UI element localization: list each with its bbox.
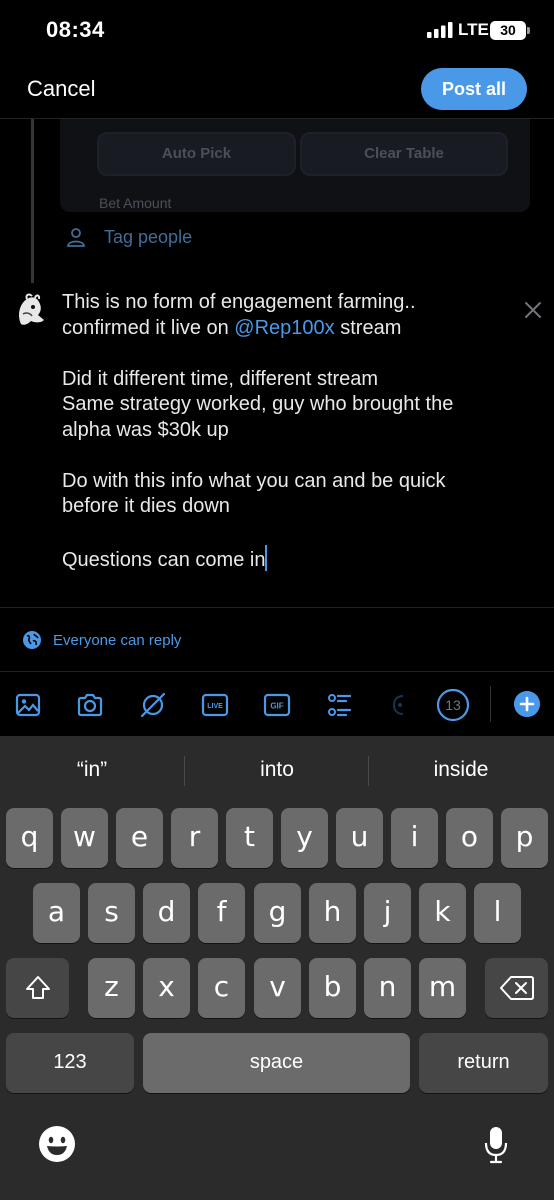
key-i[interactable]: i (391, 808, 438, 868)
live-icon[interactable]: LIVE (201, 691, 229, 719)
camera-icon[interactable] (76, 691, 104, 719)
key-b[interactable]: b (309, 958, 356, 1018)
key-q[interactable]: q (6, 808, 53, 868)
person-icon (67, 228, 85, 247)
key-r[interactable]: r (171, 808, 218, 868)
key-e[interactable]: e (116, 808, 163, 868)
key-v[interactable]: v (254, 958, 301, 1018)
thread-connector (31, 119, 34, 283)
key-c[interactable]: c (198, 958, 245, 1018)
battery-nub (527, 27, 530, 34)
key-h[interactable]: h (309, 883, 356, 943)
tweet-paragraph: Questions can come in (62, 545, 512, 574)
shift-key[interactable] (6, 958, 69, 1018)
gif-icon[interactable]: GIF (263, 691, 291, 719)
tweet-line: alpha was $30k up (62, 418, 229, 441)
toolbar-divider (0, 671, 554, 672)
poll-icon[interactable] (326, 691, 354, 719)
attached-image: Auto Pick Clear Table Bet Amount (60, 119, 530, 212)
close-icon[interactable] (520, 297, 546, 323)
toolbar-separator (490, 686, 491, 722)
add-post-icon[interactable] (514, 691, 540, 717)
grok-icon[interactable] (139, 691, 167, 719)
key-a[interactable]: a (33, 883, 80, 943)
tweet-paragraph: Did it different time, different stream S… (62, 367, 512, 444)
keyboard: “in” into inside q w e r t y u i o p a s… (0, 736, 554, 1200)
emoji-icon[interactable] (38, 1125, 76, 1163)
key-n[interactable]: n (364, 958, 411, 1018)
key-z[interactable]: z (88, 958, 135, 1018)
key-j[interactable]: j (364, 883, 411, 943)
tweet-compose-text[interactable]: This is no form of engagement farming.. c… (62, 290, 512, 574)
gif-label: GIF (270, 702, 283, 711)
tweet-line: before it dies down (62, 495, 230, 517)
return-key[interactable]: return (419, 1033, 548, 1093)
suggestion-divider (184, 756, 185, 786)
backspace-key[interactable] (485, 958, 548, 1018)
post-all-button[interactable]: Post all (421, 68, 527, 110)
key-m[interactable]: m (419, 958, 466, 1018)
suggestion-divider (368, 756, 369, 786)
signal-icon (427, 22, 453, 38)
status-time: 08:34 (46, 17, 105, 42)
clear-table-label: Clear Table (300, 132, 508, 176)
reply-setting-label: Everyone can reply (53, 631, 182, 649)
tweet-line: stream (334, 316, 402, 339)
image-icon[interactable] (14, 691, 42, 719)
status-bar: 08:34 LTE 30 (0, 0, 554, 62)
key-l[interactable]: l (474, 883, 521, 943)
mention-link[interactable]: @Rep100x (234, 317, 334, 339)
key-g[interactable]: g (254, 883, 301, 943)
char-count: 13 (445, 697, 461, 713)
tweet-line: Questions can come in (62, 549, 266, 571)
reply-setting-button[interactable]: Everyone can reply (22, 629, 181, 651)
key-p[interactable]: p (501, 808, 548, 868)
network-type: LTE (458, 20, 489, 39)
key-w[interactable]: w (61, 808, 108, 868)
auto-pick-label: Auto Pick (97, 132, 296, 176)
space-key[interactable]: space (143, 1033, 410, 1093)
key-y[interactable]: y (281, 808, 328, 868)
tweet-line: confirmed it live on (62, 316, 235, 339)
key-k[interactable]: k (419, 883, 466, 943)
section-divider (0, 607, 554, 608)
shift-icon (25, 976, 50, 999)
key-s[interactable]: s (88, 883, 135, 943)
tweet-line: Do with this info what you can and be qu… (62, 469, 446, 492)
key-o[interactable]: o (446, 808, 493, 868)
key-d[interactable]: d (143, 883, 190, 943)
bet-amount-label: Bet Amount (99, 195, 172, 211)
key-f[interactable]: f (198, 883, 245, 943)
tweet-line: This is no form of engagement farming.. (62, 291, 416, 313)
battery-icon: 30 (490, 21, 526, 40)
character-counter: 13 (436, 688, 470, 722)
tweet-line: Did it different time, different stream (62, 367, 379, 390)
suggestion-2[interactable]: into (192, 758, 362, 782)
cancel-button[interactable]: Cancel (27, 76, 95, 102)
backspace-icon (499, 976, 534, 1000)
suggestion-3[interactable]: inside (376, 758, 546, 782)
tag-people-label: Tag people (104, 226, 193, 247)
suggestion-1[interactable]: “in” (7, 758, 177, 782)
key-x[interactable]: x (143, 958, 190, 1018)
avatar (11, 290, 51, 330)
text-cursor (265, 545, 268, 571)
live-label: LIVE (207, 703, 223, 710)
tweet-paragraph: Do with this info what you can and be qu… (62, 469, 512, 520)
globe-icon (23, 631, 41, 649)
tag-people-button[interactable]: Tag people (66, 226, 192, 248)
location-icon[interactable] (384, 691, 412, 719)
microphone-icon[interactable] (483, 1125, 509, 1165)
tweet-line: Same strategy worked, guy who brought th… (62, 393, 454, 415)
tweet-paragraph: This is no form of engagement farming.. c… (62, 290, 512, 341)
numbers-key[interactable]: 123 (6, 1033, 134, 1093)
key-u[interactable]: u (336, 808, 383, 868)
key-t[interactable]: t (226, 808, 273, 868)
